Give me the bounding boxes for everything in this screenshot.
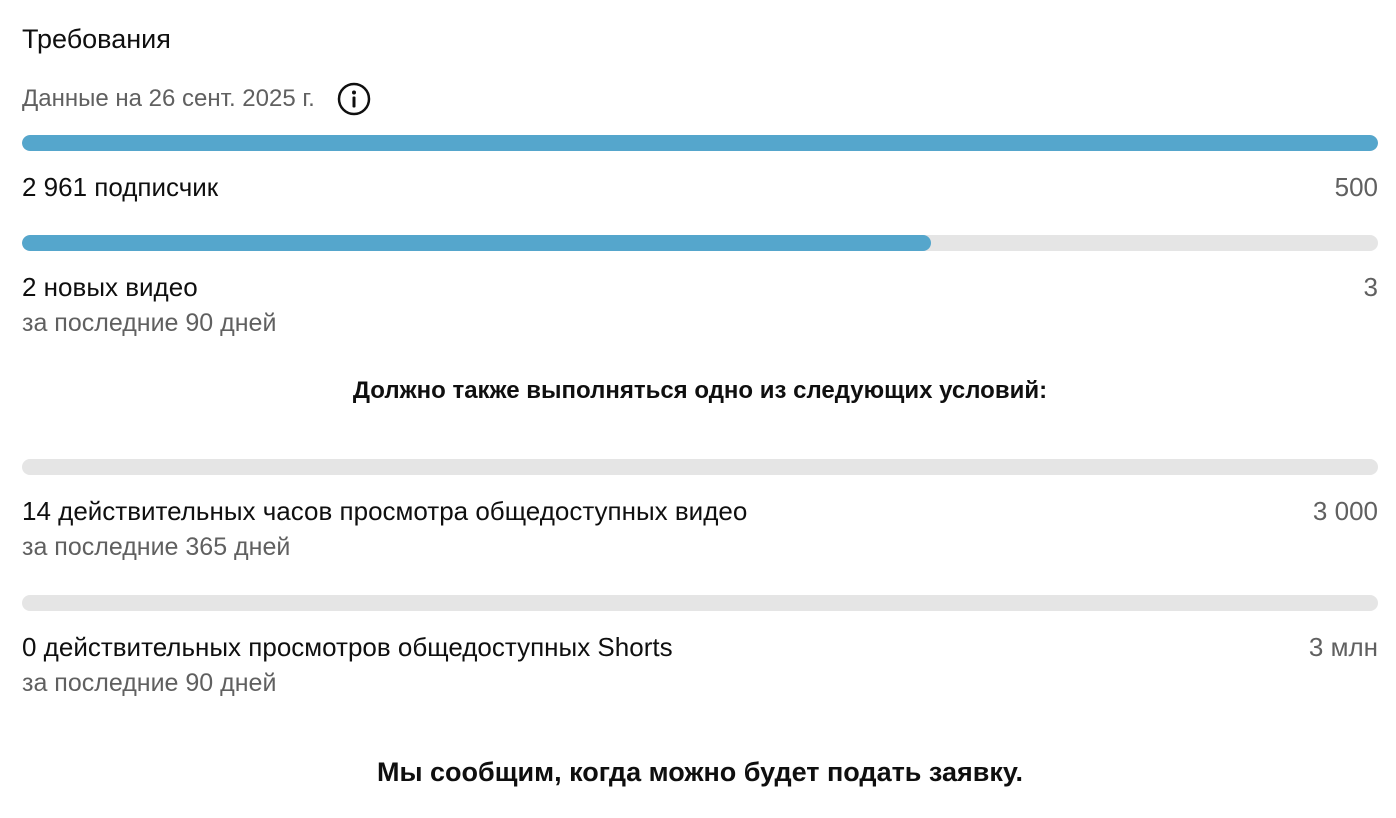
application-notice: Мы сообщим, когда можно будет подать зая… bbox=[376, 757, 1023, 787]
videos-progress-fill bbox=[22, 235, 931, 251]
subscribers-progress-fill bbox=[22, 135, 1378, 151]
subscribers-progress-bar bbox=[22, 135, 1378, 151]
conditions-note: Должно также выполняться одно из следующ… bbox=[352, 377, 1048, 404]
videos-count-label: 2 новых видео bbox=[22, 272, 198, 302]
videos-period-label: за последние 90 дней bbox=[22, 309, 277, 337]
info-icon[interactable] bbox=[337, 82, 371, 116]
data-date-line: Данные на 26 сент. 2025 г. bbox=[22, 82, 371, 116]
watch-hours-period-label: за последние 365 дней bbox=[22, 533, 291, 561]
watch-hours-label: 14 действительных часов просмотра общедо… bbox=[22, 496, 748, 526]
shorts-views-label: 0 действительных просмотров общедоступны… bbox=[22, 632, 673, 662]
videos-target: 3 bbox=[1363, 272, 1378, 302]
subscribers-target: 500 bbox=[1334, 172, 1378, 202]
data-date-text: Данные на 26 сент. 2025 г. bbox=[22, 85, 315, 112]
shorts-views-target: 3 млн bbox=[1308, 632, 1378, 662]
videos-progress-bar bbox=[22, 235, 1378, 251]
subscribers-count-label: 2 961 подписчик bbox=[22, 172, 219, 202]
shorts-views-period-label: за последние 90 дней bbox=[22, 669, 277, 697]
watch-hours-target: 3 000 bbox=[1312, 496, 1378, 526]
section-title: Требования bbox=[22, 24, 171, 54]
shorts-views-progress-bar bbox=[22, 595, 1378, 611]
watch-hours-progress-bar bbox=[22, 459, 1378, 475]
